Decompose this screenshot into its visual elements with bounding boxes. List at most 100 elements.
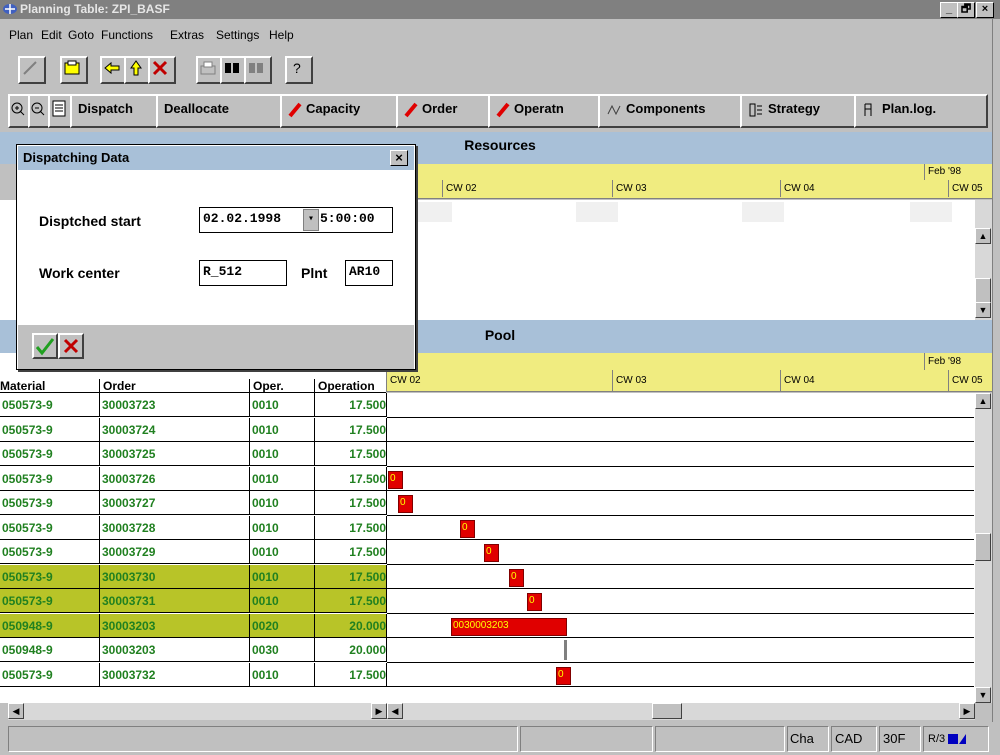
order-cell: 30003203 <box>100 613 250 638</box>
strategy-button[interactable]: Strategy <box>740 94 870 128</box>
scroll-right-icon[interactable]: ▶ <box>959 703 975 719</box>
resources-weeks-row: CW 02 CW 03 CW 04 CW 05 <box>386 180 992 199</box>
scroll-down-icon[interactable]: ▼ <box>975 302 991 318</box>
find-next-icon[interactable] <box>244 56 272 84</box>
material-cell: 050573-9 <box>0 491 100 515</box>
operation-cell: 20.000 <box>315 613 387 638</box>
components-label: Components <box>626 101 706 116</box>
table-row[interactable]: 050948-9 30003203 0030 20.000 <box>0 638 387 662</box>
order-cell: 30003728 <box>100 515 250 540</box>
menu-extras[interactable]: Extras <box>170 28 204 42</box>
menu-plan[interactable]: Plan <box>9 28 33 42</box>
table-row[interactable]: 050573-9 30003731 0010 17.500 <box>0 589 387 613</box>
menu-help[interactable]: Help <box>269 28 294 42</box>
gantt-bar[interactable]: 0 <box>460 519 475 538</box>
sap-logo-icon <box>3 4 17 14</box>
dispatching-dialog: Dispatching Data × Disptched start 02.02… <box>16 144 416 370</box>
material-cell: 050573-9 <box>0 393 100 417</box>
table-row[interactable]: 050573-9 30003730 0010 17.500 <box>0 564 387 589</box>
order-label: Order <box>422 101 458 116</box>
capacity-button[interactable]: Capacity <box>280 94 412 128</box>
menu-functions[interactable]: Functions <box>101 28 153 42</box>
oper-cell: 0010 <box>250 417 315 442</box>
material-cell: 050573-9 <box>0 564 100 589</box>
confirm-check-icon[interactable] <box>32 333 58 359</box>
operation-cell: 17.500 <box>315 393 387 417</box>
table-row[interactable]: 050573-9 30003732 0010 17.500 <box>0 662 387 687</box>
cancel-icon[interactable] <box>148 56 176 84</box>
scroll-left-icon[interactable]: ◀ <box>387 703 403 719</box>
gantt-bar[interactable]: 0 <box>509 568 524 587</box>
minimize-button[interactable]: _ <box>940 2 958 18</box>
order-cell: 30003727 <box>100 491 250 515</box>
table-row[interactable]: 050573-9 30003725 0010 17.500 <box>0 442 387 466</box>
material-cell: 050948-9 <box>0 638 100 662</box>
table-row[interactable]: 050573-9 30003724 0010 17.500 <box>0 417 387 442</box>
resources-scrollbar[interactable]: ▲ ▼ <box>975 200 992 320</box>
gantt-hscrollbar[interactable]: ◀ ▶ <box>387 703 975 720</box>
close-button[interactable]: × <box>976 2 994 18</box>
plan-log-button[interactable]: Plan.log. <box>854 94 988 128</box>
date-dropdown-icon[interactable]: ▾ <box>303 209 319 231</box>
pencil-icon <box>404 102 418 117</box>
svg-text:?: ? <box>293 60 301 76</box>
material-cell: 050573-9 <box>0 540 100 564</box>
scroll-thumb[interactable] <box>652 703 682 719</box>
dialog-title: Dispatching Data <box>23 150 130 165</box>
workcenter-label: Work center <box>39 265 120 281</box>
workcenter-input[interactable]: R_512 <box>199 260 287 286</box>
check-icon[interactable] <box>18 56 46 84</box>
operatn-label: Operatn <box>514 101 564 116</box>
maximize-button[interactable]: 🗗 <box>957 2 975 18</box>
resources-week: CW 02 <box>442 180 616 197</box>
menu-goto[interactable]: Goto <box>68 28 94 42</box>
menu-settings[interactable]: Settings <box>216 28 259 42</box>
plant-input[interactable]: AR10 <box>345 260 393 286</box>
scroll-right-icon[interactable]: ▶ <box>371 703 387 719</box>
pool-scrollbar[interactable]: ▲ ▼ <box>975 393 992 703</box>
help-icon[interactable]: ? <box>285 56 313 84</box>
components-button[interactable]: Components <box>598 94 756 128</box>
table-row[interactable]: 050573-9 30003729 0010 17.500 <box>0 540 387 564</box>
menu-edit[interactable]: Edit <box>41 28 62 42</box>
table-row[interactable]: 050573-9 30003727 0010 17.500 <box>0 491 387 515</box>
scroll-down-icon[interactable]: ▼ <box>975 687 991 703</box>
start-date-field[interactable]: 02.02.1998 ▾ 5:00:00 <box>199 207 393 233</box>
scroll-up-icon[interactable]: ▲ <box>975 393 991 409</box>
gantt-bar[interactable]: 0 <box>484 544 499 562</box>
strategy-label: Strategy <box>768 101 821 116</box>
operatn-button[interactable]: Operatn <box>488 94 614 128</box>
resources-month: Feb '98 <box>924 164 992 180</box>
resources-row <box>386 202 975 222</box>
operation-cell: 20.000 <box>315 638 387 662</box>
pool-week: CW 02 <box>386 370 616 392</box>
capacity-label: Capacity <box>306 101 361 116</box>
table-hscrollbar[interactable]: ◀ ▶ <box>8 703 387 720</box>
window-edge <box>992 19 1000 722</box>
scroll-up-icon[interactable]: ▲ <box>975 228 991 244</box>
table-row[interactable]: 050948-9 30003203 0020 20.000 <box>0 613 387 638</box>
gantt-bar[interactable]: 0030003203 <box>451 617 567 636</box>
gantt-bar[interactable]: 0 <box>398 495 413 513</box>
column-order: Order <box>100 379 250 393</box>
material-cell: 050573-9 <box>0 662 100 687</box>
dialog-close-icon[interactable]: × <box>390 150 408 166</box>
column-oper: Oper. <box>250 379 315 393</box>
table-row[interactable]: 050573-9 30003723 0010 17.500 <box>0 393 387 417</box>
dispatch-label: Dispatch <box>78 101 133 116</box>
gantt-row-line <box>387 563 974 565</box>
dialog-footer <box>18 325 414 369</box>
cancel-x-icon[interactable] <box>58 333 84 359</box>
gantt-bar[interactable]: 0 <box>527 593 542 611</box>
scroll-thumb[interactable] <box>975 533 991 561</box>
gantt-bar[interactable]: 0 <box>388 470 403 489</box>
oper-cell: 0010 <box>250 393 315 417</box>
scroll-left-icon[interactable]: ◀ <box>8 703 24 719</box>
table-row[interactable]: 050573-9 30003726 0010 17.500 <box>0 466 387 491</box>
table-row[interactable]: 050573-9 30003728 0010 17.500 <box>0 515 387 540</box>
gantt-bar[interactable]: 0 <box>556 666 571 685</box>
gantt-row-line <box>387 612 974 614</box>
save-icon[interactable] <box>60 56 88 84</box>
deallocate-button[interactable]: Deallocate <box>156 94 296 128</box>
pool-month-row: Feb '98 <box>386 353 992 370</box>
